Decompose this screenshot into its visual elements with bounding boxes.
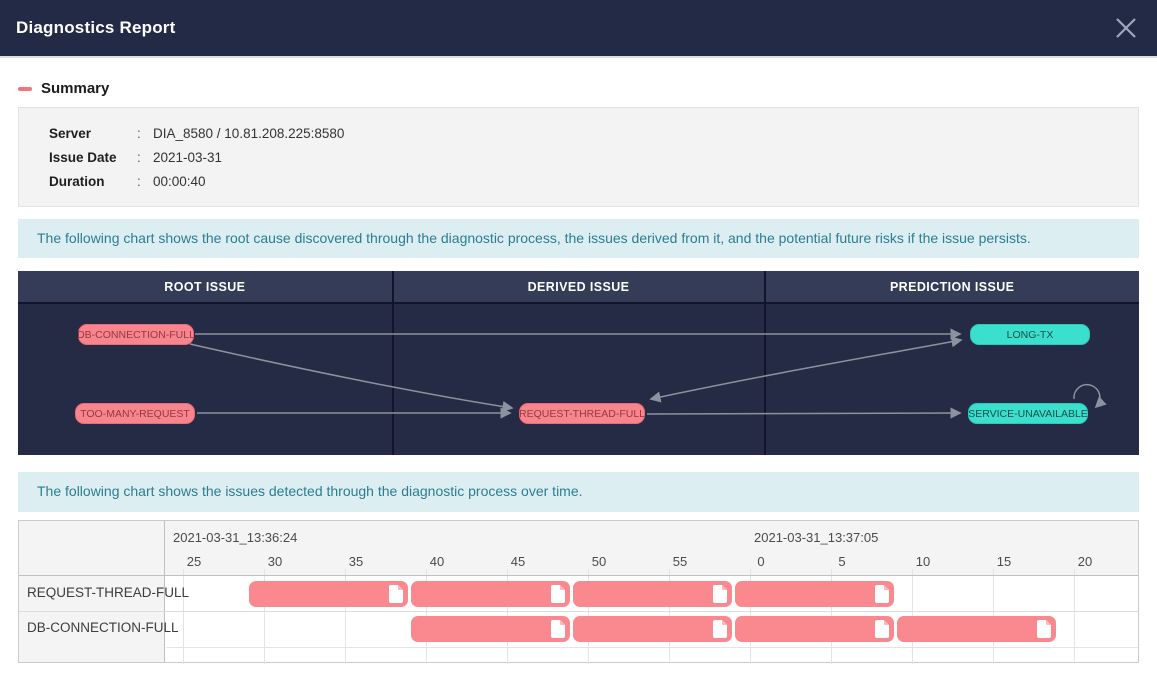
flow-node-too-many-request: TOO-MANY-REQUEST [75, 403, 195, 424]
summary-section-title: Summary [41, 80, 109, 97]
axis-minute-timestamp: 2021-03-31_13:37:05 [754, 530, 878, 545]
issue-timeline-bar[interactable] [411, 616, 570, 642]
flow-node-long-tx: LONG-TX [970, 324, 1090, 345]
summary-value-issue-date: 2021-03-31 [153, 150, 222, 165]
row-divider [19, 611, 1138, 612]
axis-tick-label: 40 [430, 554, 444, 569]
axis-tick-label: 50 [592, 554, 606, 569]
issue-timeline-bar[interactable] [735, 616, 894, 642]
row-divider [166, 647, 1138, 648]
summary-row-duration: Duration : 00:00:40 [49, 169, 1138, 193]
axis-tick-label: 15 [997, 554, 1011, 569]
close-icon [1113, 15, 1139, 41]
issue-flow-edges [18, 271, 1139, 455]
issue-timeline-bar[interactable] [897, 616, 1056, 642]
axis-tick-label: 0 [757, 554, 764, 569]
document-icon [388, 585, 403, 603]
issue-timeline-bar[interactable] [735, 581, 894, 607]
document-icon [874, 585, 889, 603]
axis-tick-label: 20 [1078, 554, 1092, 569]
flow-node-service-unavailable: SERVICE-UNAVAILABLE [968, 403, 1088, 424]
gantt-gridline [1074, 569, 1075, 664]
document-icon [550, 620, 565, 638]
axis-tick-label: 35 [349, 554, 363, 569]
summary-row-issue-date: Issue Date : 2021-03-31 [49, 145, 1138, 169]
issue-timeline-bar[interactable] [573, 581, 732, 607]
root-cause-banner: The following chart shows the root cause… [18, 219, 1139, 258]
close-button[interactable] [1111, 13, 1141, 43]
section-dash-icon [18, 87, 32, 91]
document-icon [712, 620, 727, 638]
flow-node-request-thread-full: REQUEST-THREAD-FULL [519, 403, 645, 424]
summary-label: Issue Date [49, 150, 137, 165]
gantt-gridline [183, 569, 184, 664]
axis-tick-label: 55 [673, 554, 687, 569]
axis-tick-label: 25 [187, 554, 201, 569]
row-label-request-thread-full: REQUEST-THREAD-FULL [27, 585, 189, 600]
summary-section-header: Summary [18, 80, 1139, 97]
edge-longtx-requestthreadfull [651, 340, 961, 399]
summary-row-server: Server : DIA_8580 / 10.81.208.225:8580 [49, 121, 1138, 145]
document-icon [712, 585, 727, 603]
summary-value-duration: 00:00:40 [153, 174, 206, 189]
document-icon [1036, 620, 1051, 638]
dialog-title: Diagnostics Report [16, 18, 175, 38]
axis-border [19, 575, 1138, 576]
flow-node-db-connection-full: DB-CONNECTION-FULL [78, 324, 194, 345]
issue-timeline-chart: 25 30 35 40 45 50 55 0 5 10 15 20 REQUEST-THREAD-FU… [18, 520, 1139, 663]
edge-requestthreadfull-to-serviceunavailable [647, 413, 960, 414]
axis-tick-label: 10 [916, 554, 930, 569]
edge-db-to-requestthreadfull [190, 344, 512, 408]
issue-timeline-bar[interactable] [249, 581, 408, 607]
axis-tick-label: 5 [838, 554, 845, 569]
summary-value-server: DIA_8580 / 10.81.208.225:8580 [153, 126, 344, 141]
issue-timeline-bar[interactable] [573, 616, 732, 642]
summary-box: Server : DIA_8580 / 10.81.208.225:8580 I… [18, 107, 1139, 207]
dialog-titlebar: Diagnostics Report [0, 0, 1157, 58]
summary-label: Server [49, 126, 137, 141]
axis-tick-label: 45 [511, 554, 525, 569]
axis-tick-label: 30 [268, 554, 282, 569]
issue-flow-panel: ROOT ISSUE DERIVED ISSUE PREDICTION ISSU… [18, 271, 1139, 455]
row-label-db-connection-full: DB-CONNECTION-FULL [27, 620, 179, 635]
document-icon [874, 620, 889, 638]
document-icon [550, 585, 565, 603]
timeline-banner: The following chart shows the issues det… [18, 472, 1139, 511]
axis-start-timestamp: 2021-03-31_13:36:24 [173, 530, 297, 545]
issue-timeline-bar[interactable] [411, 581, 570, 607]
summary-label: Duration [49, 174, 137, 189]
